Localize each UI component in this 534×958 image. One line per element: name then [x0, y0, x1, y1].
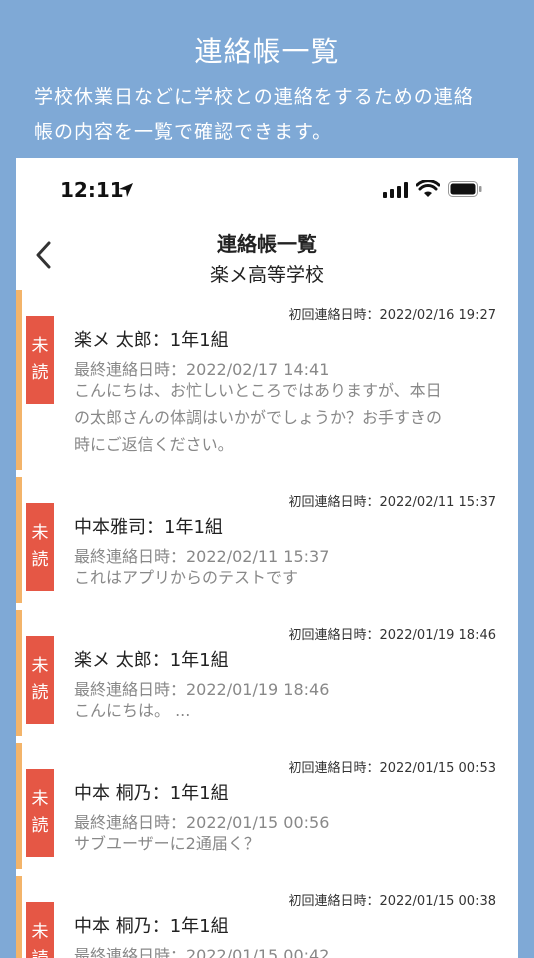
list-item[interactable]: 未 読 初回連絡日時：2022/01/19 18:46 楽メ 太郎：1年1組 最…	[16, 610, 518, 736]
accent-bar	[16, 290, 22, 470]
phone-screen: 12:11 連絡帳一覧 楽メ高等学校 未 読 初回連絡日時：2022/02/16…	[16, 158, 518, 958]
unread-badge-char: 読	[32, 946, 49, 958]
unread-badge-char: 未	[31, 523, 49, 543]
accent-bar	[16, 743, 22, 869]
wifi-icon	[416, 180, 440, 197]
unread-badge-char: 読	[31, 816, 49, 836]
unread-badge-char: 未	[31, 656, 49, 676]
message-line: こんにちは。 ...	[74, 701, 191, 720]
promo-banner: 連絡帳一覧 学校休業日などに学校との連絡をするための連絡 帳の内容を一覧で確認で…	[0, 0, 534, 160]
location-arrow-icon	[119, 183, 133, 197]
message-preview: これはアプリからのテストです	[74, 564, 504, 591]
status-time: 12:11	[60, 178, 124, 202]
promo-description: 学校休業日などに学校との連絡をするための連絡 帳の内容を一覧で確認できます。	[34, 80, 504, 150]
unread-badge: 未 読	[26, 636, 54, 724]
first-contact-time: 初回連絡日時：2022/01/15 00:38	[288, 894, 496, 909]
message-preview: こんにちは、お忙しいところではありますが、本日 の太郎さんの体調はいかがでしょう…	[74, 377, 504, 458]
last-contact-time: 最終連絡日時：2022/01/15 00:42	[74, 946, 330, 958]
navigation-bar: 連絡帳一覧 楽メ高等学校	[16, 222, 518, 288]
first-contact-time: 初回連絡日時：2022/01/15 00:53	[288, 761, 496, 776]
message-line: 時にご返信ください。	[74, 435, 234, 454]
first-contact-time: 初回連絡日時：2022/02/11 15:37	[288, 495, 496, 510]
unread-badge-char: 未	[31, 922, 49, 942]
list-item[interactable]: 未 読 初回連絡日時：2022/01/15 00:38 中本 桐乃：1年1組 最…	[16, 876, 518, 958]
message-line: これはアプリからのテストです	[74, 568, 299, 587]
battery-icon	[448, 181, 482, 197]
message-line: こんにちは、お忙しいところではありますが、本日	[74, 381, 442, 400]
accent-bar	[16, 876, 22, 958]
first-contact-time: 初回連絡日時：2022/02/16 19:27	[288, 308, 496, 323]
unread-badge-char: 読	[31, 683, 49, 703]
message-line: の太郎さんの体調はいかがでしょうか？お手すきの	[74, 408, 443, 427]
school-name: 楽メ高等学校	[209, 264, 324, 286]
unread-badge-char: 未	[31, 336, 49, 356]
promo-description-line: 学校休業日などに学校との連絡をするための連絡	[34, 86, 474, 108]
student-name: 中本 桐乃：1年1組	[74, 783, 229, 804]
unread-badge-char: 未	[31, 789, 49, 809]
student-name: 楽メ 太郎：1年1組	[74, 330, 229, 351]
student-name: 中本雅司：1年1組	[74, 517, 223, 538]
message-preview: サブユーザーに2通届く？	[74, 830, 504, 857]
promo-title: 連絡帳一覧	[194, 35, 340, 68]
first-contact-time: 初回連絡日時：2022/01/19 18:46	[288, 628, 496, 643]
unread-badge: 未 読	[26, 769, 54, 857]
unread-badge: 未 読	[26, 503, 54, 591]
status-bar: 12:11	[16, 158, 518, 222]
accent-bar	[16, 477, 22, 603]
promo-description-line: 帳の内容を一覧で確認できます。	[34, 121, 333, 143]
message-line: サブユーザーに2通届く？	[74, 834, 260, 853]
accent-bar	[16, 610, 22, 736]
unread-badge: 未 読	[26, 316, 54, 404]
list-item[interactable]: 未 読 初回連絡日時：2022/01/15 00:53 中本 桐乃：1年1組 最…	[16, 743, 518, 869]
list-item[interactable]: 未 読 初回連絡日時：2022/02/16 19:27 楽メ 太郎：1年1組 最…	[16, 290, 518, 470]
cellular-signal-icon	[383, 182, 408, 198]
list-item[interactable]: 未 読 初回連絡日時：2022/02/11 15:37 中本雅司：1年1組 最終…	[16, 477, 518, 603]
unread-badge-char: 読	[31, 550, 49, 570]
student-name: 楽メ 太郎：1年1組	[74, 650, 229, 671]
student-name: 中本 桐乃：1年1組	[74, 916, 229, 937]
unread-badge-char: 読	[31, 363, 49, 383]
page-title: 連絡帳一覧	[217, 232, 317, 256]
message-preview: こんにちは。 ...	[74, 697, 504, 724]
